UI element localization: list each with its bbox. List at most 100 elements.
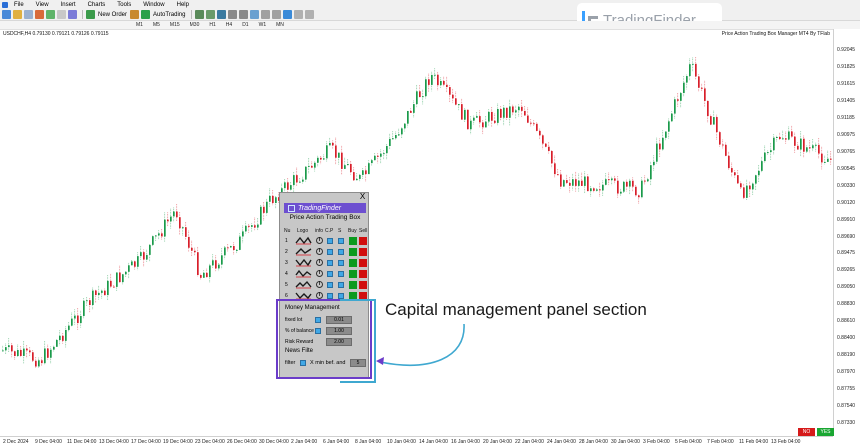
time-axis[interactable]: 2 Dec 2024 9 Dec 04:00 11 Dec 04:00 13 Dec … — [0, 436, 833, 446]
row-number: 1 — [285, 238, 288, 244]
info-icon[interactable]: i — [316, 292, 323, 299]
price-tick-label: 0.89265 — [837, 267, 856, 274]
pattern-logo-icon — [295, 236, 312, 245]
header-logo: Logo — [297, 228, 309, 234]
line-chart-icon[interactable] — [217, 10, 227, 19]
yes-button[interactable]: YES — [817, 428, 834, 436]
pattern-logo-icon — [295, 258, 312, 267]
info-icon[interactable]: i — [316, 270, 323, 277]
buy-button[interactable] — [349, 281, 357, 289]
zoom-out-icon[interactable] — [239, 10, 249, 19]
buy-button[interactable] — [349, 270, 357, 278]
new-order-icon[interactable] — [86, 10, 95, 19]
time-tick-label: 24 Jan 04:00 — [547, 439, 576, 445]
s-checkbox[interactable] — [338, 282, 344, 288]
navigator-icon[interactable] — [46, 10, 55, 19]
pattern-logo-icon — [295, 280, 312, 289]
time-tick-label: 17 Dec 04:00 — [131, 439, 161, 445]
cp-checkbox[interactable] — [327, 271, 333, 277]
time-tick-label: 16 Jan 04:00 — [451, 439, 480, 445]
templates-icon[interactable] — [305, 10, 315, 19]
sell-button[interactable] — [359, 248, 367, 256]
new-order-button[interactable]: New Order — [98, 12, 127, 18]
chart-shift-icon[interactable] — [272, 10, 282, 19]
s-checkbox[interactable] — [338, 260, 344, 266]
price-axis[interactable]: 0.92045 0.91825 0.91615 0.91405 0.91185 0.909… — [833, 29, 860, 436]
s-checkbox[interactable] — [338, 238, 344, 244]
price-tick-label: 0.88400 — [837, 335, 856, 342]
sell-button[interactable] — [359, 259, 367, 267]
no-button[interactable]: NO — [798, 428, 815, 436]
annotation-arrow — [376, 323, 465, 366]
sell-button[interactable] — [359, 270, 367, 278]
s-checkbox[interactable] — [338, 249, 344, 255]
bar-chart-icon[interactable] — [195, 10, 205, 19]
row-number: 2 — [285, 249, 288, 255]
time-tick-label: 26 Dec 04:00 — [227, 439, 257, 445]
menu-window[interactable]: Window — [143, 2, 164, 8]
autoscroll-icon[interactable] — [261, 10, 271, 19]
price-tick-label: 0.89910 — [837, 216, 856, 223]
tf-mn[interactable]: MN — [276, 22, 284, 28]
tradingfinder-mini-icon — [288, 204, 295, 212]
tf-h4[interactable]: H4 — [226, 22, 232, 28]
tf-m15[interactable]: M15 — [170, 22, 180, 28]
sell-button[interactable] — [359, 281, 367, 289]
menu-charts[interactable]: Charts — [88, 2, 106, 8]
pattern-logo-icon — [295, 248, 312, 256]
tf-m5[interactable]: M5 — [153, 22, 160, 28]
close-button[interactable]: X — [358, 193, 367, 201]
box-row: 5i — [280, 280, 370, 290]
menu-insert[interactable]: Insert — [61, 2, 76, 8]
price-tick-label: 0.92045 — [837, 47, 856, 53]
tile-windows-icon[interactable] — [250, 10, 260, 19]
tf-m1[interactable]: M1 — [136, 22, 143, 28]
terminal-icon[interactable] — [57, 10, 66, 19]
info-icon[interactable]: i — [316, 259, 323, 266]
metaeditor-icon[interactable] — [130, 10, 140, 19]
zoom-in-icon[interactable] — [228, 10, 238, 19]
menu-file[interactable]: File — [14, 2, 24, 8]
market-watch-icon[interactable] — [24, 10, 33, 19]
indicators-icon[interactable] — [283, 10, 293, 19]
buy-button[interactable] — [349, 259, 357, 267]
periods-icon[interactable] — [294, 10, 304, 19]
header-sell: Sell — [359, 228, 368, 234]
autotrading-button[interactable]: AutoTrading — [153, 12, 185, 18]
time-tick-label: 28 Jan 04:00 — [579, 439, 608, 445]
tf-d1[interactable]: D1 — [242, 22, 248, 28]
info-icon[interactable]: i — [316, 248, 323, 255]
cp-checkbox[interactable] — [327, 282, 333, 288]
money-management-highlight — [276, 299, 376, 383]
cp-checkbox[interactable] — [327, 238, 333, 244]
time-tick-label: 13 Dec 04:00 — [99, 439, 129, 445]
price-tick-label: 0.90975 — [837, 131, 856, 138]
cp-checkbox[interactable] — [327, 249, 333, 255]
menu-help[interactable]: Help — [177, 2, 189, 8]
data-window-icon[interactable] — [35, 10, 44, 19]
box-row: 3i — [280, 258, 370, 268]
sell-button[interactable] — [359, 237, 367, 245]
tf-h1[interactable]: H1 — [209, 22, 215, 28]
cp-checkbox[interactable] — [327, 260, 333, 266]
strategy-tester-icon[interactable] — [68, 10, 77, 19]
tf-w1[interactable]: W1 — [259, 22, 267, 28]
buy-button[interactable] — [349, 248, 357, 256]
profiles-icon[interactable] — [13, 10, 22, 19]
s-checkbox[interactable] — [338, 271, 344, 277]
new-chart-icon[interactable] — [2, 10, 11, 19]
info-icon[interactable]: i — [316, 237, 323, 244]
time-tick-label: 13 Feb 04:00 — [771, 439, 801, 445]
menu-view[interactable]: View — [36, 2, 49, 8]
toolbar-separator — [82, 10, 83, 19]
autotrading-icon[interactable] — [141, 10, 151, 19]
info-icon[interactable]: i — [316, 281, 323, 288]
candlestick-icon[interactable] — [206, 10, 216, 19]
buy-button[interactable] — [349, 237, 357, 245]
toolbar: New Order AutoTrading — [0, 9, 860, 21]
menu-tools[interactable]: Tools — [117, 2, 131, 8]
time-tick-label: 8 Jan 04:00 — [355, 439, 382, 445]
panel-title: Price Action Trading Box — [289, 214, 361, 221]
tf-m30[interactable]: M30 — [190, 22, 200, 28]
row-number: 5 — [285, 282, 288, 288]
